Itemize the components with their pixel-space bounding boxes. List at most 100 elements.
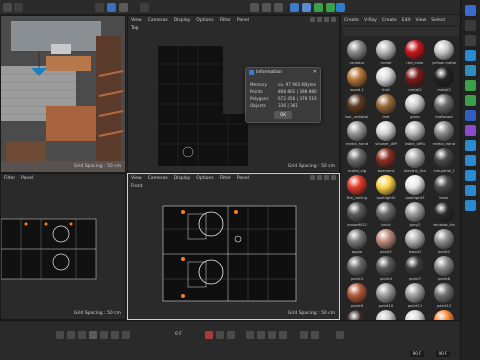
material-swatch[interactable]: anseeM12 — [343, 201, 371, 228]
material-swatch[interactable]: leafwood — [430, 93, 458, 120]
material-swatch[interactable]: bazment — [372, 147, 400, 174]
menu-vray[interactable]: V-Ray — [364, 18, 377, 23]
subdivision-icon[interactable] — [314, 3, 323, 12]
material-swatch[interactable]: paint3 — [343, 255, 371, 282]
next-key-icon[interactable] — [111, 331, 119, 339]
material-swatch[interactable]: glass — [401, 93, 429, 120]
scale-key-icon[interactable] — [268, 331, 276, 339]
material-swatch[interactable]: paint4 — [372, 255, 400, 282]
render-settings-icon[interactable] — [274, 3, 283, 12]
material-swatch[interactable]: paint2 — [430, 228, 458, 255]
material-swatch[interactable]: paint8 — [430, 255, 458, 282]
material-swatch[interactable]: bar_radiator — [343, 93, 371, 120]
cube-icon[interactable] — [465, 5, 476, 16]
end-frame-field[interactable]: 90 F — [436, 351, 450, 357]
record-icon[interactable] — [205, 331, 213, 339]
material-swatch[interactable]: radiator — [343, 39, 371, 66]
deformer-icon[interactable] — [465, 95, 476, 106]
front-viewport[interactable]: View Cameras Display Options Filter Pane… — [127, 173, 340, 320]
menu-options[interactable]: Options — [196, 18, 213, 23]
material-swatch[interactable]: paint10 — [372, 282, 400, 309]
material-swatch[interactable]: red_color — [401, 39, 429, 66]
scene-icon[interactable] — [465, 140, 476, 151]
material-swatch[interactable]: metal_hand — [343, 120, 371, 147]
spline-icon[interactable] — [465, 50, 476, 61]
subdivision-icon[interactable] — [465, 80, 476, 91]
material-swatch[interactable]: metal — [372, 39, 400, 66]
film-icon[interactable] — [250, 3, 259, 12]
param-key-icon[interactable] — [279, 331, 287, 339]
menu-cameras[interactable]: Cameras — [148, 176, 168, 181]
menu-view[interactable]: View — [131, 176, 142, 181]
ok-button[interactable]: OK — [274, 111, 292, 119]
prev-frame-icon[interactable] — [78, 331, 86, 339]
menu-edit[interactable]: Edit — [402, 18, 411, 23]
menu-select[interactable]: Select — [431, 18, 445, 23]
material-swatch[interactable]: metal_sig — [343, 147, 371, 174]
field-icon[interactable] — [465, 125, 476, 136]
material-swatch[interactable]: table_diffu — [401, 120, 429, 147]
material-swatch[interactable]: metal2 — [401, 66, 429, 93]
point-key-icon[interactable] — [300, 331, 308, 339]
play-icon[interactable] — [89, 331, 97, 339]
material-swatch[interactable]: wood.1 — [343, 66, 371, 93]
goto-end-icon[interactable] — [122, 331, 130, 339]
material-swatch[interactable]: grey2 — [401, 201, 429, 228]
menu-panel[interactable]: Panel — [237, 18, 249, 23]
text-icon[interactable] — [465, 65, 476, 76]
render-icon[interactable] — [3, 3, 12, 12]
pen-icon[interactable] — [465, 35, 476, 46]
menu-create[interactable]: Create — [344, 18, 359, 23]
timeline-icon[interactable] — [336, 331, 344, 339]
material-swatch[interactable]: yellow metal — [430, 39, 458, 66]
material-swatch[interactable]: paint1 — [372, 228, 400, 255]
menu-panel[interactable]: Panel — [21, 176, 33, 181]
motion-icon[interactable] — [311, 331, 319, 339]
material-swatch[interactable]: electric_fan — [401, 147, 429, 174]
right-viewport[interactable]: Filter Panel Grid Spacing : 50 cm — [0, 173, 126, 320]
array-icon[interactable] — [326, 3, 335, 12]
video-icon[interactable] — [465, 200, 476, 211]
keyframe-icon[interactable] — [227, 331, 235, 339]
close-icon[interactable]: ✕ — [313, 69, 317, 75]
viewport-nav-icons[interactable] — [310, 17, 336, 22]
tag-icon[interactable] — [465, 110, 476, 121]
light-icon[interactable] — [465, 170, 476, 181]
material-swatch[interactable]: metal_hand — [430, 120, 458, 147]
position-key-icon[interactable] — [246, 331, 254, 339]
material-swatch[interactable]: window_fra — [430, 201, 458, 228]
viewport-nav-icons[interactable] — [310, 175, 336, 180]
rotation-key-icon[interactable] — [257, 331, 265, 339]
cube-primitive-icon[interactable] — [290, 3, 299, 12]
prev-key-icon[interactable] — [67, 331, 75, 339]
menu-create2[interactable]: Create — [382, 18, 397, 23]
spline-icon[interactable] — [140, 3, 149, 12]
camera-icon[interactable] — [465, 155, 476, 166]
perspective-viewport[interactable]: Grid Spacing : 50 cm — [0, 15, 126, 173]
material-swatch[interactable]: spotlight3 — [401, 174, 429, 201]
start-frame-field[interactable]: 90 F — [410, 351, 424, 357]
menu-view[interactable]: View — [416, 18, 427, 23]
menu-display[interactable]: Display — [174, 18, 191, 23]
material-swatch[interactable]: laser — [430, 174, 458, 201]
material-swatch[interactable]: brick — [372, 201, 400, 228]
material-swatch[interactable]: apple — [343, 228, 371, 255]
deformer-icon[interactable] — [336, 3, 345, 12]
material-swatch[interactable]: shower_diff — [372, 120, 400, 147]
next-frame-icon[interactable] — [100, 331, 108, 339]
goto-start-icon[interactable] — [56, 331, 64, 339]
render-view-icon[interactable] — [262, 3, 271, 12]
material-swatch[interactable]: leaf — [372, 93, 400, 120]
menu-cameras[interactable]: Cameras — [148, 18, 168, 23]
menu-options[interactable]: Options — [196, 176, 213, 181]
material-swatch[interactable]: paint11 — [401, 282, 429, 309]
material-swatch[interactable]: fruit — [372, 66, 400, 93]
pen-icon[interactable] — [302, 3, 311, 12]
menu-filter[interactable]: Filter — [220, 176, 231, 181]
globe-icon[interactable] — [465, 185, 476, 196]
material-swatch[interactable]: industrial_f — [430, 147, 458, 174]
autokey-icon[interactable] — [216, 331, 224, 339]
cube-icon[interactable] — [107, 3, 116, 12]
move-icon[interactable] — [95, 3, 104, 12]
material-swatch[interactable]: fire_ceiling — [343, 174, 371, 201]
